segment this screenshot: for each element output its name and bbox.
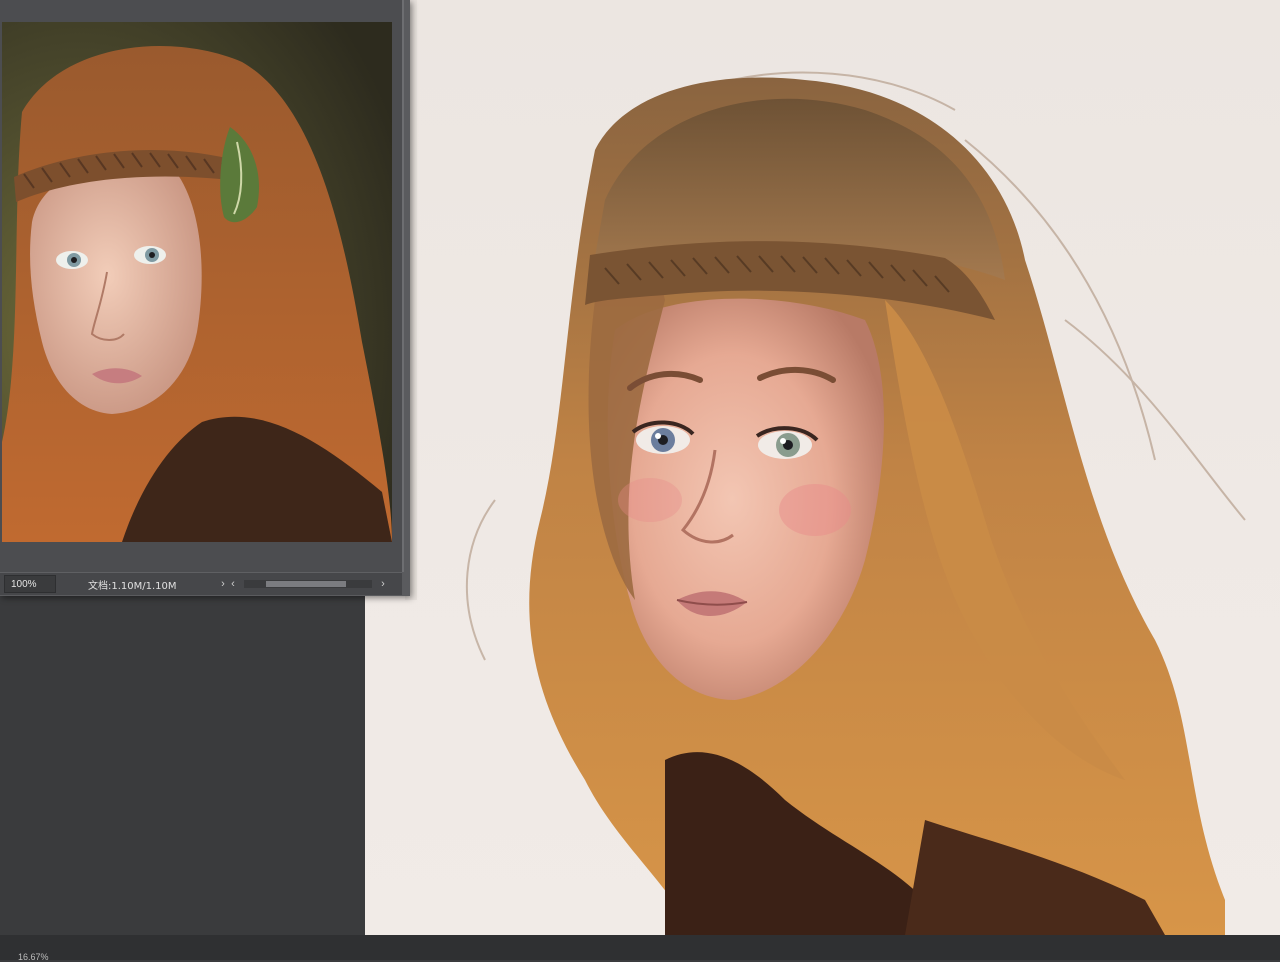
painting-canvas[interactable] [365, 0, 1280, 935]
scroll-left-arrow[interactable]: ‹ [228, 578, 238, 590]
document-size-info: 文档:1.10M/1.10M [88, 580, 177, 592]
scroll-thumb[interactable] [266, 581, 346, 587]
zoom-field[interactable]: 100% [4, 575, 56, 593]
horizontal-scrollbar[interactable] [244, 580, 372, 588]
reference-frame [0, 0, 404, 572]
scroll-right-arrow[interactable]: › [378, 578, 388, 590]
reference-photo [2, 22, 392, 542]
status-menu-arrow[interactable]: › [218, 578, 228, 590]
digital-painting [465, 71, 1246, 935]
reference-image-window[interactable]: 100% 文档:1.10M/1.10M › ‹ › [0, 0, 410, 596]
zoom-readout: 16.67% [18, 952, 49, 962]
bottom-bar [0, 935, 1280, 960]
status-bar: 100% 文档:1.10M/1.10M › ‹ › [0, 572, 402, 595]
